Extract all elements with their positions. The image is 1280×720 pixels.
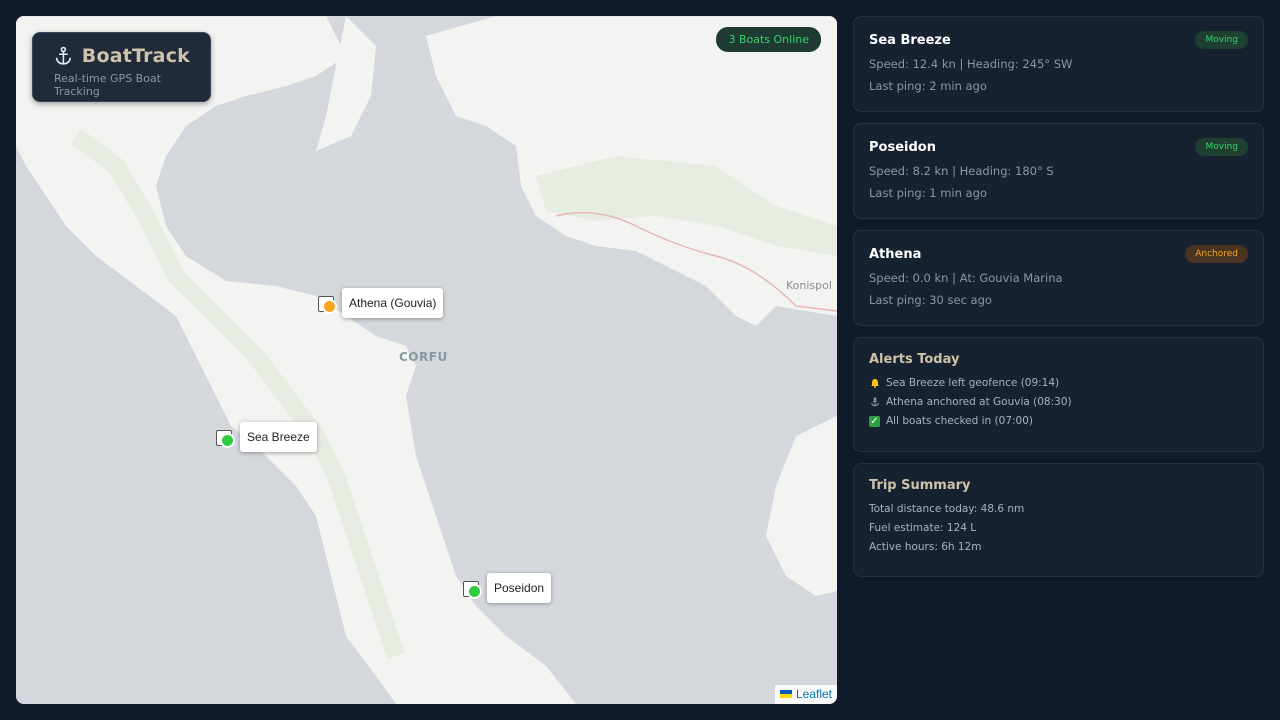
boats-online-badge: 3 Boats Online: [716, 27, 821, 52]
brand-panel: BoatTrack Real-time GPS Boat Tracking: [32, 32, 211, 102]
map-label-corfu: CORFU: [399, 350, 448, 364]
map-label-konispol: Konispol: [786, 279, 832, 292]
brand-title: BoatTrack: [81, 45, 190, 67]
alert-item: Athena anchored at Gouvia (08:30): [869, 396, 1248, 408]
trip-summary-title: Trip Summary: [869, 478, 971, 493]
map-view[interactable]: BoatTrack Real-time GPS Boat Tracking 3 …: [16, 16, 837, 704]
trip-summary-card: Trip Summary Total distance today: 48.6 …: [853, 463, 1264, 577]
alert-item: ✓ All boats checked in (07:00): [869, 415, 1033, 427]
marker-dot: [220, 433, 235, 448]
trip-distance: Total distance today: 48.6 nm: [869, 503, 1025, 515]
ukraine-flag-icon: [779, 690, 792, 698]
boat-name: Sea Breeze: [869, 32, 951, 48]
alert-item: Sea Breeze left geofence (09:14): [869, 377, 1248, 389]
alerts-card: Alerts Today Sea Breeze left geofence (0…: [853, 337, 1264, 452]
status-badge: Anchored: [1185, 245, 1248, 263]
brand-subtitle: Real-time GPS Boat Tracking: [54, 72, 161, 98]
leaflet-link[interactable]: Leaflet: [796, 687, 832, 701]
marker-tooltip: Sea Breeze: [240, 422, 317, 452]
boat-name: Athena: [869, 246, 922, 262]
boat-card-athena[interactable]: Athena Anchored Speed: 0.0 kn | At: Gouv…: [853, 230, 1264, 326]
marker-dot: [467, 584, 482, 599]
sidebar: Sea Breeze Moving Speed: 12.4 kn | Headi…: [853, 16, 1264, 588]
map-attribution[interactable]: Leaflet: [774, 685, 837, 704]
check-icon: ✓: [869, 415, 880, 427]
boat-speed-location: Speed: 0.0 kn | At: Gouvia Marina: [869, 271, 1063, 285]
boat-card-sea-breeze[interactable]: Sea Breeze Moving Speed: 12.4 kn | Headi…: [853, 16, 1264, 112]
boat-speed-heading: Speed: 12.4 kn | Heading: 245° SW: [869, 57, 1073, 71]
anchor-icon: [869, 397, 880, 408]
boat-last-ping: Last ping: 30 sec ago: [869, 293, 992, 307]
boat-last-ping: Last ping: 2 min ago: [869, 79, 987, 93]
boat-card-poseidon[interactable]: Poseidon Moving Speed: 8.2 kn | Heading:…: [853, 123, 1264, 219]
bell-icon: [869, 378, 880, 389]
boat-last-ping: Last ping: 1 min ago: [869, 186, 987, 200]
marker-tooltip: Athena (Gouvia): [342, 288, 444, 318]
status-badge: Moving: [1195, 31, 1248, 49]
boat-speed-heading: Speed: 8.2 kn | Heading: 180° S: [869, 164, 1054, 178]
trip-active-hours: Active hours: 6h 12m: [869, 541, 982, 553]
marker-tooltip: Poseidon: [487, 573, 552, 603]
marker-dot: [322, 299, 337, 314]
status-badge: Moving: [1195, 138, 1248, 156]
trip-fuel: Fuel estimate: 124 L: [869, 522, 977, 534]
anchor-icon: [55, 46, 72, 65]
alerts-title: Alerts Today: [869, 352, 960, 367]
boat-name: Poseidon: [869, 139, 936, 155]
